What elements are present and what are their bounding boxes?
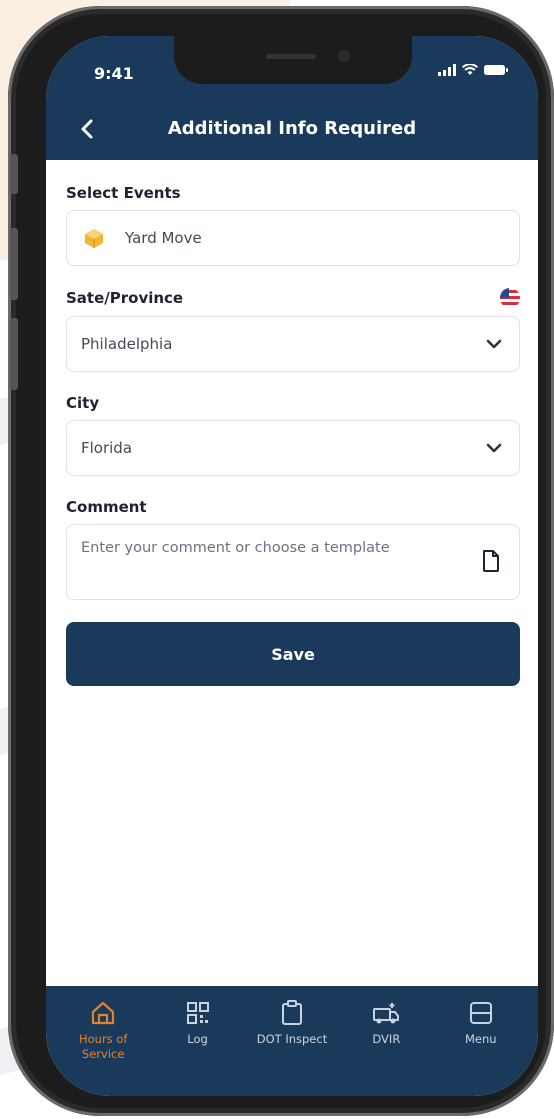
- front-camera: [338, 50, 350, 62]
- select-events-label-text: Select Events: [66, 184, 181, 202]
- state-label: Sate/Province: [66, 288, 520, 308]
- state-select[interactable]: Philadelphia: [66, 316, 520, 372]
- form-content: Select Events Yard Move Sate/Province Ph…: [66, 160, 520, 686]
- nav-label: DVIR: [372, 1032, 401, 1046]
- select-events-value: Yard Move: [125, 229, 202, 247]
- state-value: Philadelphia: [81, 335, 173, 353]
- city-value: Florida: [81, 439, 133, 457]
- battery-icon: [484, 65, 508, 75]
- qr-code-icon: [186, 998, 210, 1028]
- page-title: Additional Info Required: [167, 118, 417, 139]
- nav-label: DOT Inspect: [256, 1032, 328, 1046]
- clipboard-icon: [281, 998, 303, 1028]
- comment-field[interactable]: Enter your comment or choose a template: [66, 524, 520, 600]
- city-select[interactable]: Florida: [66, 420, 520, 476]
- volume-down-button: [10, 318, 18, 390]
- nav-dot-inspect[interactable]: DOT Inspect: [250, 998, 334, 1096]
- home-icon: [90, 998, 116, 1028]
- city-label: City: [66, 394, 520, 412]
- select-events-label: Select Events: [66, 184, 520, 202]
- nav-label: Log: [187, 1032, 208, 1046]
- truck-icon: [372, 998, 400, 1028]
- phone-notch: [174, 36, 412, 84]
- wifi-icon: [462, 64, 478, 75]
- status-icons: [438, 64, 508, 76]
- nav-hours-of-service[interactable]: Hours of Service: [61, 998, 145, 1096]
- yard-move-icon: [81, 225, 107, 251]
- mute-switch: [10, 154, 18, 194]
- nav-label: Hours of Service: [78, 1032, 128, 1061]
- phone-screen: 9:41 Additional Info Required Select Eve…: [46, 36, 538, 1096]
- signal-icon: [438, 64, 456, 76]
- save-button[interactable]: Save: [66, 622, 520, 686]
- chevron-down-icon: [486, 443, 502, 453]
- nav-dvir[interactable]: DVIR: [344, 998, 428, 1096]
- nav-log[interactable]: Log: [156, 998, 240, 1096]
- comment-label-text: Comment: [66, 498, 147, 516]
- select-events-field[interactable]: Yard Move: [66, 210, 520, 266]
- speaker-grille: [266, 54, 316, 59]
- nav-label: Menu: [464, 1032, 497, 1046]
- city-label-text: City: [66, 394, 100, 412]
- volume-up-button: [10, 228, 18, 300]
- app-header: Additional Info Required: [46, 106, 538, 156]
- us-flag-icon[interactable]: [500, 288, 520, 308]
- comment-placeholder: Enter your comment or choose a template: [81, 540, 390, 556]
- state-label-text: Sate/Province: [66, 289, 184, 307]
- phone-frame: 9:41 Additional Info Required Select Eve…: [8, 6, 554, 1116]
- bottom-navigation: Hours of Service Log DOT Inspect DVIR Me…: [46, 986, 538, 1096]
- comment-label: Comment: [66, 498, 520, 516]
- document-icon[interactable]: [481, 549, 501, 573]
- nav-menu[interactable]: Menu: [439, 998, 523, 1096]
- status-time: 9:41: [94, 64, 134, 83]
- chevron-down-icon: [486, 339, 502, 349]
- menu-icon: [469, 998, 493, 1028]
